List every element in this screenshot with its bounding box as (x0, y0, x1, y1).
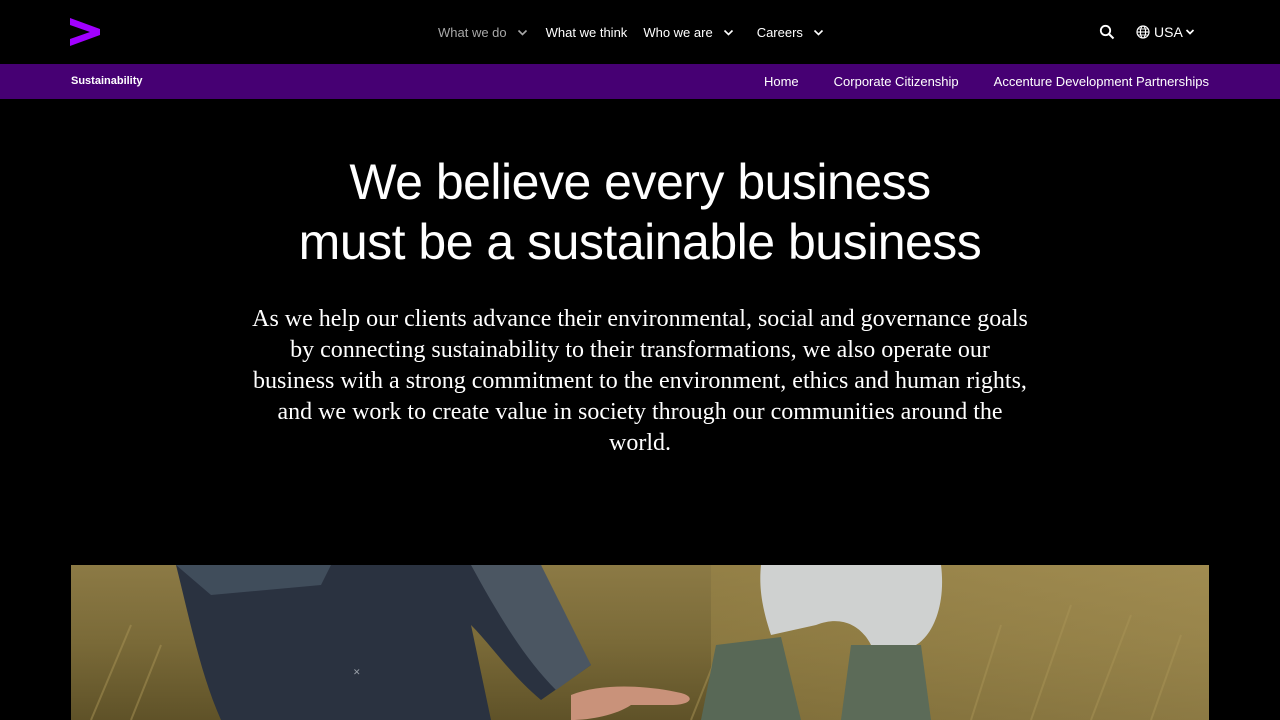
locale-label: USA (1154, 24, 1183, 40)
subnav-title[interactable]: Sustainability (71, 64, 143, 99)
top-navigation: What we do What we think Who we are Care… (0, 0, 1280, 64)
nav-label: What we think (545, 24, 628, 40)
globe-icon (1136, 25, 1150, 39)
chevron-down-icon (517, 27, 528, 38)
hero-description-line: As we help our clients advance their env… (252, 306, 1028, 332)
accenture-logo-icon[interactable] (70, 18, 100, 46)
hero-photo: ✕ (71, 565, 1209, 720)
hero-title-line: We believe every business (349, 154, 931, 210)
main-nav: What we do What we think Who we are Care… (438, 0, 824, 64)
hero-description-line: and we work to create value in society t… (277, 399, 1003, 425)
nav-what-we-think[interactable]: What we think (546, 25, 628, 40)
sustainability-subnav: Sustainability Home Corporate Citizenshi… (0, 64, 1280, 99)
hero-description-line: world. (609, 430, 671, 456)
nav-label: Who we are (643, 24, 713, 40)
hero-description: As we help our clients advance their env… (210, 304, 1070, 459)
nav-who-we-are[interactable]: Who we are (643, 25, 733, 40)
nav-careers[interactable]: Careers (757, 25, 824, 40)
hero-title-line: must be a sustainable business (298, 214, 982, 270)
hero-description-line: business with a strong commitment to the… (253, 368, 1027, 394)
nav-label: What we do (438, 24, 507, 40)
svg-text:✕: ✕ (353, 667, 361, 677)
chevron-down-icon (813, 27, 824, 38)
locale-selector[interactable]: USA (1136, 22, 1195, 42)
chevron-down-icon (723, 27, 734, 38)
hero-title: We believe every business must be a sust… (140, 152, 1140, 272)
subnav-link-home[interactable]: Home (764, 74, 799, 89)
subnav-link-corporate-citizenship[interactable]: Corporate Citizenship (834, 74, 959, 89)
hero-description-line: by connecting sustainability to their tr… (290, 337, 990, 363)
subnav-link-development-partnerships[interactable]: Accenture Development Partnerships (994, 74, 1209, 89)
chevron-down-icon (1185, 27, 1195, 37)
nav-label: Careers (756, 24, 803, 40)
search-icon[interactable] (1099, 24, 1115, 40)
nav-what-we-do[interactable]: What we do (438, 25, 528, 40)
subnav-links: Home Corporate Citizenship Accenture Dev… (729, 64, 1209, 99)
